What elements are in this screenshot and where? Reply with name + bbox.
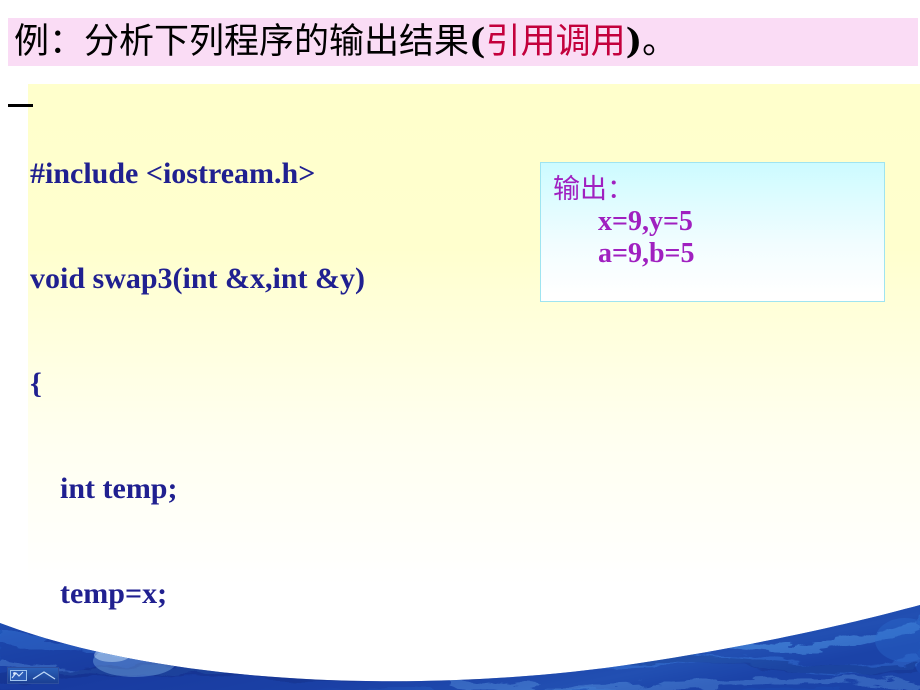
code-line: temp=x; xyxy=(30,577,168,610)
slide-canvas: 例：分析下列程序的输出结果(引用调用)。 #include <iostream.… xyxy=(0,0,920,690)
output-result-box: 输出： x=9,y=5 a=9,b=5 xyxy=(540,162,885,302)
title-open-paren: ( xyxy=(469,21,486,62)
output-label: 输出： xyxy=(553,174,634,205)
presentation-menu-icon[interactable] xyxy=(10,670,28,681)
slide-title-banner: 例：分析下列程序的输出结果(引用调用)。 xyxy=(8,18,918,66)
title-prefix: 例：分析下列程序的输出结果 xyxy=(14,22,470,62)
next-slide-icon[interactable] xyxy=(32,670,56,681)
presentation-nav-widget[interactable] xyxy=(7,667,59,684)
code-line: { xyxy=(30,367,42,400)
title-accent-text: 引用调用 xyxy=(485,22,626,62)
output-line: x=9,y=5 xyxy=(598,206,693,237)
code-line: x=y; xyxy=(30,681,890,690)
title-suffix: 。 xyxy=(642,22,678,62)
page-title: 例：分析下列程序的输出结果(引用调用)。 xyxy=(8,21,678,63)
code-line: int temp; xyxy=(30,472,178,505)
output-line: a=9,b=5 xyxy=(598,238,695,269)
title-close-paren: ) xyxy=(625,21,643,62)
